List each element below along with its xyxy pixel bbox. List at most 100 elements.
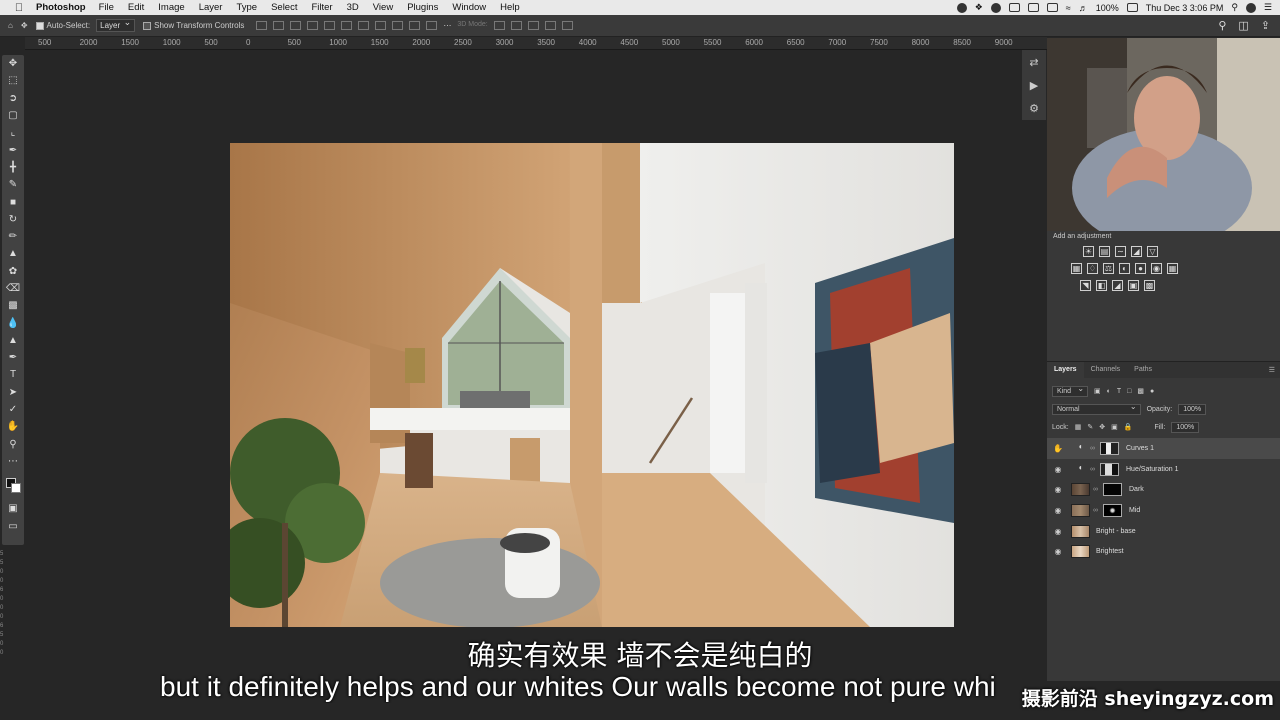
marquee-tool-icon[interactable]: ⬚ [2, 72, 24, 89]
menu-image[interactable]: Image [158, 2, 184, 13]
type-tool-icon[interactable]: T [2, 366, 24, 383]
background-color[interactable] [11, 483, 21, 494]
align-middle-icon[interactable] [324, 21, 336, 30]
visibility-eye-icon[interactable]: ◉ [1047, 506, 1069, 515]
vibrance-icon[interactable]: ▦ [1071, 263, 1082, 274]
layer-mask-thumbnail[interactable] [1103, 483, 1122, 497]
blend-mode-dropdown[interactable]: Normal [1052, 402, 1141, 415]
posterize-icon[interactable]: ◧ [1096, 280, 1107, 291]
more-options-icon[interactable]: ⋯ [443, 21, 451, 30]
screen-mode-icon[interactable]: ▭ [2, 517, 24, 534]
link-icon[interactable]: ∞ [1093, 486, 1099, 493]
color-swatches[interactable] [2, 470, 24, 500]
menu-help[interactable]: Help [500, 2, 520, 13]
clock[interactable]: Thu Dec 3 3:06 PM [1146, 3, 1224, 13]
more-tools-icon[interactable]: ⋯ [2, 453, 24, 470]
layer-thumbnail[interactable] [1071, 545, 1090, 559]
hand-tool-icon[interactable]: ✋ [2, 418, 24, 435]
visibility-eye-icon[interactable]: ◉ [1047, 465, 1069, 474]
distribute-top-icon[interactable] [358, 21, 370, 30]
visibility-eye-icon[interactable]: ◉ [1047, 485, 1069, 494]
layer-name[interactable]: Mid [1129, 507, 1140, 514]
menu-view[interactable]: View [373, 2, 393, 13]
display-icon[interactable] [1027, 3, 1039, 12]
menu-window[interactable]: Window [452, 2, 486, 13]
hue-saturation-icon[interactable]: ♢ [1087, 263, 1098, 274]
link-icon[interactable]: ∞ [1090, 466, 1096, 473]
link-icon[interactable]: ∞ [1093, 507, 1099, 514]
battery-icon[interactable] [1126, 3, 1138, 12]
distribute-middle-icon[interactable] [375, 21, 387, 30]
menu-layer[interactable]: Layer [199, 2, 223, 13]
move-tool-icon[interactable]: ✥ [2, 55, 24, 72]
visibility-eye-icon[interactable]: ◉ [1047, 527, 1069, 536]
zoom-tool-icon[interactable]: ⚲ [2, 436, 24, 453]
auto-select-dropdown[interactable]: Layer [96, 17, 136, 32]
dropbox-icon[interactable]: ❖ [975, 2, 983, 13]
airplay-icon[interactable] [1008, 3, 1020, 12]
lock-transparent-icon[interactable]: ▦ [1075, 423, 1082, 431]
black-white-icon[interactable]: ◐ [1119, 263, 1130, 274]
quick-mask-icon[interactable]: ▣ [2, 500, 24, 517]
panel-menu-icon[interactable]: ☰ [1269, 366, 1275, 374]
eyedropper-icon[interactable]: ✒ [2, 141, 24, 158]
fill-field[interactable]: 100% [1171, 421, 1200, 433]
search-icon[interactable]: ⚲ [1218, 19, 1226, 32]
history-brush-icon[interactable]: ↻ [2, 211, 24, 228]
brush-tool-icon[interactable]: ✎ [2, 176, 24, 193]
layer-row[interactable]: ✋ ◐ ∞ Curves 1 [1047, 438, 1280, 459]
layer-mask-thumbnail[interactable] [1100, 441, 1119, 455]
tab-channels[interactable]: Channels [1084, 362, 1128, 378]
filter-kind-dropdown[interactable]: Kind [1052, 384, 1089, 397]
eraser-icon[interactable]: ⌫ [2, 280, 24, 297]
status-app-icon[interactable] [956, 2, 967, 13]
layer-row[interactable]: ◉ Bright - base [1047, 521, 1280, 542]
distribute-bottom-icon[interactable] [392, 21, 404, 30]
exposure-icon[interactable]: ◢ [1131, 246, 1142, 257]
home-icon[interactable]: ⌂ [8, 21, 13, 30]
visibility-eye-icon[interactable]: ✋ [1047, 444, 1069, 453]
menu-filter[interactable]: Filter [311, 2, 332, 13]
align-bottom-icon[interactable] [341, 21, 353, 30]
blur-icon[interactable]: 💧 [2, 314, 24, 331]
lock-image-icon[interactable]: ✎ [1087, 423, 1093, 431]
tab-layers[interactable]: Layers [1047, 362, 1084, 378]
transform-checkbox[interactable]: Show Transform Controls [143, 21, 244, 30]
filter-smart-icon[interactable]: ▩ [1137, 387, 1144, 395]
layer-thumbnail[interactable] [1071, 483, 1090, 497]
art-history-icon[interactable]: ✿ [2, 263, 24, 280]
layer-name[interactable]: Hue/Saturation 1 [1126, 466, 1179, 473]
selective-color-icon[interactable]: ▣ [1128, 280, 1139, 291]
record-icon[interactable] [990, 2, 1001, 13]
document-canvas[interactable] [230, 143, 954, 627]
layer-row[interactable]: ◉ ∞ Dark [1047, 479, 1280, 500]
visibility-eye-icon[interactable]: ◉ [1047, 547, 1069, 556]
path-select-icon[interactable]: ➤ [2, 384, 24, 401]
tab-paths[interactable]: Paths [1127, 362, 1159, 378]
shape-tool-icon[interactable]: ✓ [2, 401, 24, 418]
gradient-triangle-icon[interactable]: ▽ [1147, 246, 1158, 257]
layer-thumbnail[interactable] [1071, 503, 1090, 517]
layer-row[interactable]: ◉ ∞ Mid [1047, 500, 1280, 521]
clone-stamp-icon[interactable]: ▲ [2, 245, 24, 262]
filter-adjust-icon[interactable]: ◐ [1107, 388, 1111, 395]
stamp-tool-icon[interactable]: ■ [2, 193, 24, 210]
pen-tool-icon[interactable]: ✒ [2, 349, 24, 366]
workspace-icon[interactable]: ◫ [1238, 19, 1248, 32]
distribute-left-icon[interactable] [409, 21, 421, 30]
move-tool-icon[interactable]: ✥ [21, 21, 28, 30]
layer-mask-thumbnail[interactable] [1100, 462, 1119, 476]
screen-icon[interactable] [1046, 3, 1058, 12]
filter-toggle-icon[interactable]: ● [1150, 388, 1154, 395]
app-menu[interactable]: Photoshop [36, 2, 86, 13]
share-icon[interactable]: ⇪ [1261, 19, 1270, 32]
filter-type-icon[interactable]: T [1117, 388, 1121, 395]
align-left-icon[interactable] [256, 21, 268, 30]
object-select-icon[interactable]: ▢ [2, 107, 24, 124]
layer-name[interactable]: Brightest [1096, 548, 1124, 555]
filter-pixel-icon[interactable]: ▣ [1094, 387, 1101, 395]
siri-icon[interactable] [1245, 2, 1256, 13]
align-top-icon[interactable] [307, 21, 319, 30]
levels-icon[interactable]: ▤ [1099, 246, 1110, 257]
menu-edit[interactable]: Edit [128, 2, 144, 13]
